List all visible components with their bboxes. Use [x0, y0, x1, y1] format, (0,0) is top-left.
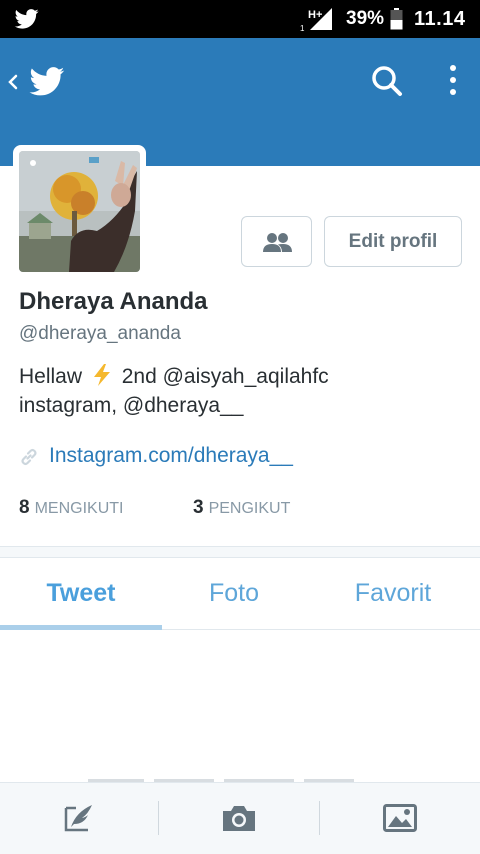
link-icon	[21, 448, 37, 466]
photo-gallery-button[interactable]	[321, 783, 479, 853]
profile-tabs: Tweet Foto Favorit	[0, 558, 480, 630]
profile-handle: @dheraya_ananda	[19, 323, 181, 344]
camera-button[interactable]	[160, 783, 318, 853]
bio-text-start: Hellaw	[19, 365, 83, 388]
status-bar: H+ 1 39% 11.14	[0, 0, 480, 38]
following-label: MENGIKUTI	[34, 500, 124, 517]
back-button[interactable]	[6, 66, 76, 98]
active-tab-indicator	[0, 625, 162, 630]
bio-line-1: Hellaw 2nd @aisyah_aqilahfc	[19, 362, 459, 391]
lightning-emoji-icon	[93, 364, 110, 386]
camera-icon	[223, 806, 255, 831]
compose-tweet-button[interactable]	[0, 783, 158, 853]
back-chevron-icon	[8, 67, 65, 96]
clock: 11.14	[414, 8, 466, 30]
follow-suggestions-button[interactable]	[241, 216, 312, 267]
overflow-menu-button[interactable]	[438, 60, 468, 102]
avatar-frame	[13, 145, 146, 278]
overflow-menu-icon	[450, 65, 456, 95]
followers-label: PENGIKUT	[208, 500, 291, 517]
avatar[interactable]	[19, 151, 140, 272]
battery-percent: 39%	[346, 8, 385, 29]
compose-bar	[0, 782, 480, 854]
tab-tweet[interactable]: Tweet	[0, 558, 162, 630]
compose-tweet-icon	[64, 805, 92, 832]
svg-text:H+: H+	[308, 9, 322, 21]
signal-icon: H+ 1	[300, 8, 332, 32]
bio-text-end: 2nd @aisyah_aqilahfc	[121, 365, 329, 388]
section-divider	[0, 546, 480, 558]
profile-bio: Hellaw 2nd @aisyah_aqilahfc instagram, @…	[19, 362, 459, 420]
people-icon	[263, 233, 292, 252]
edit-profile-button[interactable]: Edit profil	[324, 216, 462, 267]
search-button[interactable]	[366, 60, 408, 102]
following-count: 8	[19, 497, 30, 518]
bottom-separator	[158, 801, 159, 835]
content-placeholder	[88, 770, 388, 782]
profile-name: Dheraya Ananda	[19, 288, 208, 315]
bio-line-2: instagram, @dheraya__	[19, 394, 244, 417]
tab-foto[interactable]: Foto	[162, 558, 306, 630]
search-icon	[372, 66, 402, 96]
following-stat[interactable]: 8 MENGIKUTI	[19, 497, 123, 519]
svg-text:1: 1	[300, 24, 305, 32]
profile-link-text[interactable]: Instagram.com/dheraya__	[49, 444, 293, 468]
twitter-notification-icon	[14, 9, 39, 29]
bottom-separator	[319, 801, 320, 835]
tab-favorit[interactable]: Favorit	[306, 558, 480, 630]
followers-count: 3	[193, 497, 204, 518]
photo-gallery-icon	[383, 804, 417, 832]
battery-icon	[390, 8, 403, 30]
followers-stat[interactable]: 3 PENGIKUT	[193, 497, 290, 519]
